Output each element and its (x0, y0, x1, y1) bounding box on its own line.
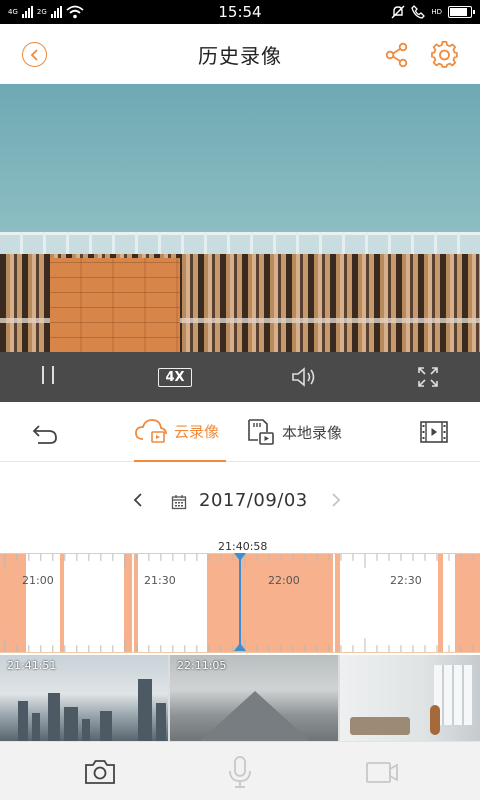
calendar-icon (171, 495, 187, 510)
thumbnail-item[interactable]: 21:41:51 (0, 655, 168, 741)
chevron-left-icon (30, 48, 38, 61)
phone-icon (411, 5, 426, 19)
settings-button[interactable] (431, 41, 459, 69)
recording-segment[interactable] (134, 554, 138, 652)
back-button[interactable] (22, 42, 47, 67)
recording-segment[interactable] (0, 554, 26, 652)
chevron-right-icon (332, 493, 341, 507)
timeline-cursor[interactable] (239, 553, 241, 651)
recording-segment[interactable] (60, 554, 64, 652)
video-camera-icon (366, 762, 398, 783)
status-icons-right: HD (312, 5, 475, 19)
video-railing (0, 232, 480, 254)
pause-icon (38, 366, 58, 388)
signal-icon (21, 6, 33, 18)
record-button[interactable] (364, 754, 400, 790)
bottom-toolbar (0, 741, 480, 800)
hd-label: HD (431, 7, 442, 16)
source-tabs: 云录像 本地录像 (0, 402, 480, 462)
wifi-icon (66, 5, 84, 19)
video-orange-panel (50, 258, 180, 352)
fullscreen-icon (418, 367, 438, 387)
tab-local-recording[interactable]: 本地录像 (246, 402, 342, 462)
recording-segment[interactable] (207, 554, 333, 652)
chevron-left-icon (133, 493, 142, 507)
speed-label: 4X (158, 367, 192, 387)
thumbnail-time: 22:11:05 (177, 659, 227, 672)
share-button[interactable] (384, 42, 410, 68)
mute-icon (391, 5, 405, 19)
video-player[interactable] (0, 84, 480, 352)
timeline-cursor-time: 21:40:58 (218, 540, 268, 553)
volume-icon (292, 367, 315, 387)
timeline-label: 22:00 (268, 574, 300, 587)
status-time: 15:54 (218, 3, 262, 21)
fullscreen-button[interactable] (410, 352, 446, 402)
film-icon (420, 421, 448, 443)
gear-icon (431, 41, 458, 68)
tab-local-label: 本地录像 (282, 423, 343, 442)
camera-icon (85, 760, 115, 784)
cloud-record-icon (135, 419, 167, 443)
tab-cloud-label: 云录像 (174, 422, 220, 441)
timeline-label: 21:30 (144, 574, 176, 587)
microphone-icon (229, 756, 251, 788)
recording-segment[interactable] (335, 554, 340, 652)
tab-cloud-recording[interactable]: 云录像 (134, 402, 226, 462)
clips-button[interactable] (418, 418, 450, 448)
speed-button[interactable]: 4X (155, 352, 195, 402)
recording-segment[interactable] (438, 554, 443, 652)
status-bar: 4G 2G 15:54 HD (0, 0, 480, 24)
date-selector: 2017/09/03 (0, 482, 480, 522)
timeline-cursor-bottom-marker (234, 643, 246, 651)
undo-icon (32, 425, 57, 444)
status-icons-left: 4G 2G (8, 5, 168, 19)
recording-segment[interactable] (455, 554, 480, 652)
thumbnail-item[interactable] (340, 655, 480, 741)
header: 历史录像 (0, 24, 480, 84)
network-label-1: 4G (8, 7, 18, 16)
timeline-cursor-top-marker (234, 553, 246, 561)
return-button[interactable] (30, 418, 60, 448)
share-icon (385, 42, 408, 68)
video-sky (0, 84, 480, 232)
thumbnail-strip: 21:41:51 22:11:05 (0, 655, 480, 741)
timeline-label: 21:00 (22, 574, 54, 587)
thumbnail-item[interactable]: 22:11:05 (170, 655, 338, 741)
sd-card-icon (248, 419, 274, 445)
timeline-label: 22:30 (390, 574, 422, 587)
current-date[interactable]: 2017/09/03 (199, 490, 308, 511)
pause-button[interactable] (30, 352, 66, 402)
thumbnail-time: 21:41:51 (7, 659, 57, 672)
previous-day-button[interactable] (132, 490, 144, 515)
signal-icon-2 (50, 6, 62, 18)
battery-icon (448, 6, 475, 18)
player-controls: 4X (0, 352, 480, 402)
network-label-2: 2G (36, 7, 47, 16)
recording-segment[interactable] (124, 554, 132, 652)
microphone-button[interactable] (222, 754, 258, 790)
next-day-button[interactable] (330, 490, 342, 515)
snapshot-button[interactable] (82, 754, 118, 790)
volume-button[interactable] (286, 352, 322, 402)
